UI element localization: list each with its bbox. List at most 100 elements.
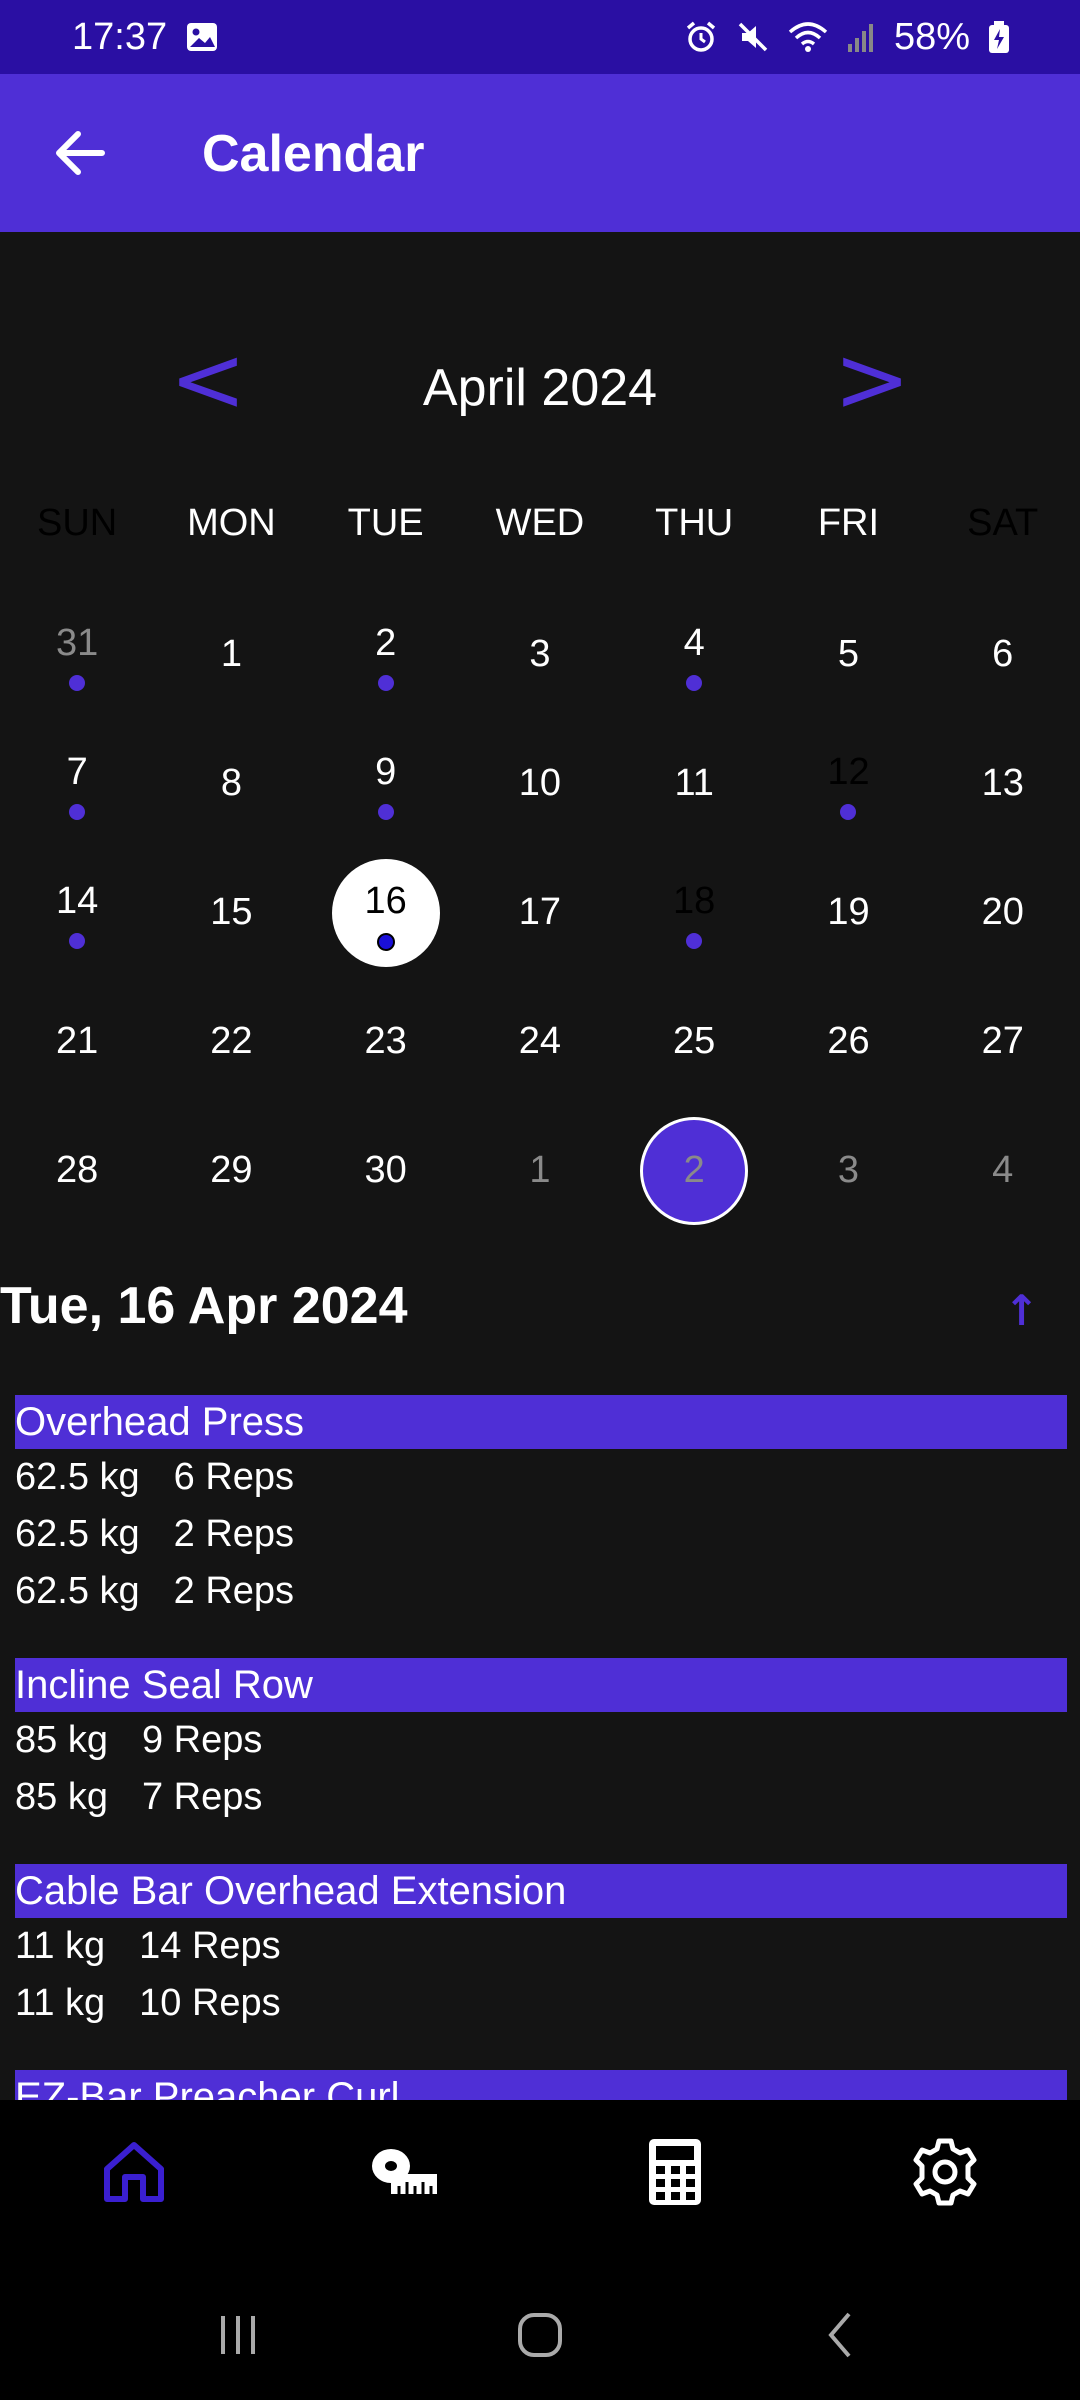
set-row: 62.5 kg 6 Reps bbox=[15, 1449, 1067, 1506]
exercise-title[interactable]: Cable Bar Overhead Extension bbox=[15, 1864, 1067, 1918]
home-icon bbox=[104, 2142, 164, 2202]
recent-apps-button[interactable] bbox=[198, 2295, 278, 2375]
exercise-title[interactable]: Overhead Press bbox=[15, 1395, 1067, 1449]
status-bar: 17:37 58% bbox=[0, 0, 1080, 74]
exercise-block: EZ-Bar Preacher Curl bbox=[15, 2070, 1067, 2100]
status-time: 17:37 bbox=[72, 15, 168, 58]
calendar-day[interactable]: 1 bbox=[154, 590, 308, 719]
calendar-day[interactable]: 28 bbox=[0, 1106, 154, 1235]
calendar-day[interactable]: 21 bbox=[0, 977, 154, 1106]
nav-calculator[interactable] bbox=[625, 2122, 725, 2222]
calendar-day[interactable]: 12 bbox=[771, 719, 925, 848]
calendar-day-today[interactable]: 2 bbox=[617, 1106, 771, 1235]
workout-indicator-dot bbox=[686, 674, 703, 691]
set-weight: 11 kg bbox=[15, 1982, 106, 2024]
signal-icon bbox=[846, 20, 876, 54]
calendar-day[interactable]: 8 bbox=[154, 719, 308, 848]
set-reps: 14 Reps bbox=[139, 1925, 281, 1967]
calendar-grid: 31 1 2 3 4 5 6 7 8 9 10 11 12 13 14 15 16 17 18 19 20 21 22 23 2… bbox=[0, 590, 1080, 1235]
calendar-day[interactable]: 4 bbox=[926, 1106, 1080, 1235]
day-number: 22 bbox=[210, 1020, 253, 1062]
day-number: 2 bbox=[375, 622, 397, 664]
calendar-day[interactable]: 2 bbox=[309, 590, 463, 719]
exercise-block: Cable Bar Overhead Extension 11 kg 14 Reps… bbox=[15, 1864, 1067, 2032]
back-system-button[interactable] bbox=[802, 2295, 882, 2375]
day-number: 30 bbox=[364, 1149, 407, 1191]
nav-measurements[interactable] bbox=[355, 2122, 455, 2222]
set-reps: 2 Reps bbox=[173, 1570, 295, 1612]
calendar-day[interactable]: 5 bbox=[771, 590, 925, 719]
day-number: 10 bbox=[518, 762, 562, 804]
recent-apps-icon bbox=[221, 2316, 255, 2354]
battery-charging-icon bbox=[988, 20, 1010, 54]
calendar-day[interactable]: 17 bbox=[463, 848, 617, 977]
set-weight: 62.5 kg bbox=[15, 1513, 140, 1555]
calendar-day[interactable]: 6 bbox=[926, 590, 1080, 719]
calendar-day[interactable]: 24 bbox=[463, 977, 617, 1106]
set-reps: 10 Reps bbox=[139, 1982, 281, 2024]
day-number: 2 bbox=[683, 1149, 705, 1191]
workout-indicator-dot bbox=[69, 674, 86, 691]
nav-settings[interactable] bbox=[895, 2122, 995, 2222]
next-month-button[interactable]: > bbox=[822, 330, 922, 440]
workout-indicator-dot bbox=[69, 803, 86, 820]
day-number: 31 bbox=[55, 622, 99, 664]
calendar-day[interactable]: 30 bbox=[309, 1106, 463, 1235]
calendar-day[interactable]: 20 bbox=[926, 848, 1080, 977]
calendar-day[interactable]: 25 bbox=[617, 977, 771, 1106]
day-number: 17 bbox=[518, 891, 562, 933]
calendar-day[interactable]: 14 bbox=[0, 848, 154, 977]
workout-list: Overhead Press 62.5 kg 6 Reps 62.5 kg 2 Reps… bbox=[15, 1395, 1067, 2100]
day-number: 13 bbox=[981, 762, 1024, 804]
previous-month-button[interactable]: < bbox=[158, 330, 258, 440]
calendar-day-selected[interactable]: 16 bbox=[309, 848, 463, 977]
calendar-day[interactable]: 27 bbox=[926, 977, 1080, 1106]
calendar-day[interactable]: 3 bbox=[771, 1106, 925, 1235]
calendar-day[interactable]: 15 bbox=[154, 848, 308, 977]
home-system-button[interactable] bbox=[500, 2295, 580, 2375]
home-circle-icon bbox=[518, 2313, 562, 2357]
set-row: 11 kg 10 Reps bbox=[15, 1975, 1067, 2032]
day-number: 25 bbox=[673, 1020, 716, 1062]
calendar-day[interactable]: 18 bbox=[617, 848, 771, 977]
selected-date-heading: Tue, 16 Apr 2024 bbox=[0, 1277, 408, 1335]
day-number: 19 bbox=[827, 891, 870, 933]
weekday-label: FRI bbox=[817, 502, 880, 544]
calendar-day[interactable]: 4 bbox=[617, 590, 771, 719]
workout-indicator-dot bbox=[69, 932, 86, 949]
day-number: 20 bbox=[981, 891, 1024, 933]
calendar-day[interactable]: 7 bbox=[0, 719, 154, 848]
set-row: 85 kg 7 Reps bbox=[15, 1769, 1067, 1826]
weekday-label: WED bbox=[495, 502, 585, 544]
exercise-title[interactable]: Incline Seal Row bbox=[15, 1658, 1067, 1712]
calendar-day[interactable]: 19 bbox=[771, 848, 925, 977]
mute-icon bbox=[736, 20, 770, 54]
set-row: 85 kg 9 Reps bbox=[15, 1712, 1067, 1769]
calendar-day[interactable]: 29 bbox=[154, 1106, 308, 1235]
nav-home[interactable] bbox=[84, 2122, 184, 2222]
day-number: 11 bbox=[674, 762, 714, 804]
calendar-day[interactable]: 10 bbox=[463, 719, 617, 848]
calendar-day[interactable]: 26 bbox=[771, 977, 925, 1106]
weekday-header: SUN MON TUE WED THU FRI SAT bbox=[0, 502, 1080, 562]
day-number: 3 bbox=[529, 633, 551, 675]
day-number: 23 bbox=[364, 1020, 407, 1062]
calendar-day[interactable]: 3 bbox=[463, 590, 617, 719]
calendar-day[interactable]: 23 bbox=[309, 977, 463, 1106]
calendar-day[interactable]: 11 bbox=[617, 719, 771, 848]
calendar-day[interactable]: 31 bbox=[0, 590, 154, 719]
back-button[interactable] bbox=[48, 121, 112, 185]
set-weight: 85 kg bbox=[15, 1776, 108, 1818]
calendar-day[interactable]: 22 bbox=[154, 977, 308, 1106]
set-weight: 85 kg bbox=[15, 1719, 108, 1761]
calendar-day[interactable]: 13 bbox=[926, 719, 1080, 848]
exercise-title[interactable]: EZ-Bar Preacher Curl bbox=[15, 2070, 1067, 2100]
day-number: 14 bbox=[55, 880, 99, 922]
weekday-label: MON bbox=[187, 502, 276, 544]
scroll-up-button[interactable]: ↑ bbox=[1004, 1286, 1039, 1335]
calendar-day[interactable]: 1 bbox=[463, 1106, 617, 1235]
day-number: 3 bbox=[837, 1149, 860, 1191]
calendar-day[interactable]: 9 bbox=[309, 719, 463, 848]
day-number: 29 bbox=[210, 1149, 253, 1191]
workout-indicator-dot bbox=[376, 932, 395, 951]
